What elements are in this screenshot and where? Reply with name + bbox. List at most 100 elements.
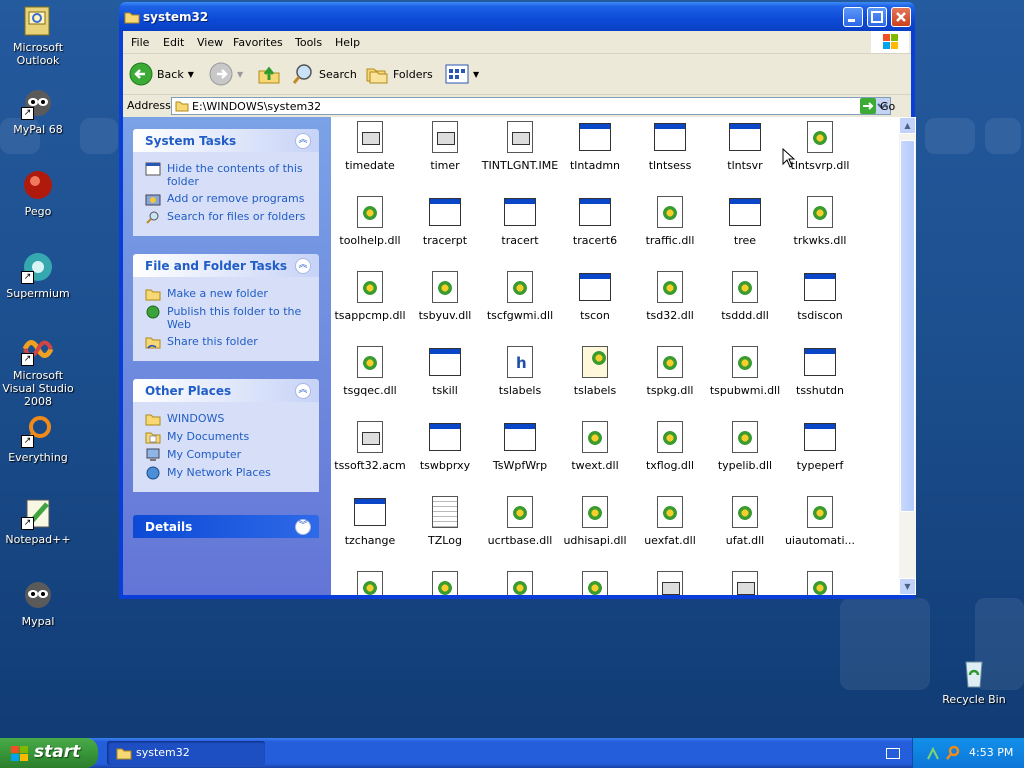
desktop-icon-label: Pego [24,205,52,218]
file-name: tsshutdn [796,384,844,397]
desktop-icon-mypal[interactable]: Mypal [0,578,76,628]
system-file-icon [504,121,536,153]
raccoon-icon: ↗ [21,86,55,120]
keyboard-icon[interactable] [886,748,900,759]
chevron-down-icon: ▼ [237,69,244,79]
my-computer-link[interactable]: My Computer [145,448,313,462]
share-folder-link[interactable]: Share this folder [145,335,313,349]
desktop-icon-pego[interactable]: Pego [0,168,76,218]
file-item[interactable]: uiautomati... [775,496,865,547]
desktop-icon-label: Mypal [21,615,55,628]
desktop-icon-supermium[interactable]: ↗ Supermium [0,250,76,300]
chevron-up-icon[interactable]: ︽ [295,383,311,399]
file-item[interactable]: tsdiscon [775,271,865,322]
chevron-up-icon[interactable]: ︽ [295,258,311,274]
my-network-places-link[interactable]: My Network Places [145,466,313,480]
dll-gear-icon [804,196,836,228]
panel-title: File and Folder Tasks [145,259,288,273]
everything-tray-icon[interactable] [945,745,961,761]
desktop-icon-label: Microsoft Outlook [12,41,64,67]
system-file-icon [654,571,686,595]
chevron-down-icon: ▼ [187,69,194,79]
menu-view[interactable]: View [197,36,223,49]
folder-icon [124,12,140,24]
system-tasks-header[interactable]: System Tasks ︽ [133,129,319,152]
close-button[interactable] [891,7,911,27]
header-file-icon: h [504,346,536,378]
application-icon [504,196,536,228]
search-button[interactable]: Search [291,61,357,87]
system-tray: 4:53 PM [912,738,1024,768]
minimize-button[interactable] [843,7,863,27]
new-folder-icon [145,289,161,301]
publish-folder-link[interactable]: Publish this folder to the Web [145,305,313,331]
title-bar[interactable]: system32 [119,2,915,31]
windows-folder-link[interactable]: WINDOWS [145,412,313,426]
file-folder-tasks-header[interactable]: File and Folder Tasks ︽ [133,254,319,277]
add-remove-programs-link[interactable]: Add or remove programs [145,192,313,206]
scroll-thumb[interactable] [900,140,915,512]
address-field[interactable]: E:\WINDOWS\system32 [171,97,891,115]
search-files-link[interactable]: Search for files or folders [145,210,313,224]
folder-icon [116,748,132,760]
details-header[interactable]: Details ︾ [133,515,319,538]
views-button[interactable]: ▼ [445,61,479,87]
file-item[interactable] [775,571,865,595]
make-new-folder-link[interactable]: Make a new folder [145,287,313,301]
file-item[interactable]: tsshutdn [775,346,865,397]
outlook-icon [21,4,55,38]
forward-button[interactable]: ▼ [209,61,243,87]
back-button[interactable]: Back ▼ [129,61,194,87]
taskbar-button-system32[interactable]: system32 [107,741,265,765]
windows-logo-icon [871,31,909,53]
desktop-icon-mypal68[interactable]: ↗ MyPal 68 [0,86,76,136]
file-item[interactable]: trkwks.dll [775,196,865,247]
shortcut-arrow-icon: ↗ [21,435,34,448]
scroll-up-button[interactable]: ▲ [899,117,916,134]
maximize-button[interactable] [867,7,887,27]
link-label: Share this folder [167,335,258,348]
dll-gear-icon [579,421,611,453]
visual-studio-icon: ↗ [21,332,55,366]
menu-file[interactable]: File [131,36,149,49]
panel-title: Details [145,520,193,534]
start-button[interactable]: start [0,738,98,768]
other-places-header[interactable]: Other Places ︽ [133,379,319,402]
system-file-icon [354,421,386,453]
desktop-icon-outlook[interactable]: Microsoft Outlook [0,4,76,67]
taskbar: start system32 4:53 PM [0,738,1024,768]
go-button[interactable]: Go [860,98,895,114]
link-label: Hide the contents of this folder [167,162,303,188]
up-button[interactable] [257,61,281,87]
menu-help[interactable]: Help [335,36,360,49]
dll-gear-icon [429,271,461,303]
dll-gear-icon [504,571,536,595]
menu-favorites[interactable]: Favorites [233,36,283,49]
clock[interactable]: 4:53 PM [969,746,1013,759]
desktop-icon-everything[interactable]: ↗ Everything [0,414,76,464]
dll-gear-icon [729,496,761,528]
task-pane: System Tasks ︽ Hide the contents of this… [123,117,331,595]
desktop-icon-visual-studio[interactable]: ↗ Microsoft Visual Studio 2008 [0,332,76,408]
folders-button[interactable]: Folders [365,61,433,87]
supermium-icon: ↗ [21,250,55,284]
file-item[interactable]: typeperf [775,421,865,472]
explorer-window: system32 File Edit View Favorites Tools … [119,2,916,599]
vertical-scrollbar[interactable]: ▲ ▼ [899,117,916,595]
desktop-icon-recycle-bin[interactable]: Recycle Bin [936,656,1012,706]
chevron-up-icon[interactable]: ︽ [295,133,311,149]
desktop-icon-notepadpp[interactable]: ↗ Notepad++ [0,496,76,546]
scroll-down-button[interactable]: ▼ [899,578,916,595]
desktop-icon-label: Microsoft Visual Studio 2008 [2,369,74,408]
dll-gear-icon [354,346,386,378]
dll-gear-icon [579,571,611,595]
my-documents-link[interactable]: My Documents [145,430,313,444]
menu-edit[interactable]: Edit [163,36,184,49]
network-tray-icon[interactable] [925,745,941,761]
desktop-icon-label: Notepad++ [5,533,71,546]
chevron-down-icon[interactable]: ︾ [295,519,311,535]
hide-folder-contents-link[interactable]: Hide the contents of this folder [145,162,313,188]
panel-title: Other Places [145,384,232,398]
system-file-icon [429,121,461,153]
menu-tools[interactable]: Tools [295,36,322,49]
